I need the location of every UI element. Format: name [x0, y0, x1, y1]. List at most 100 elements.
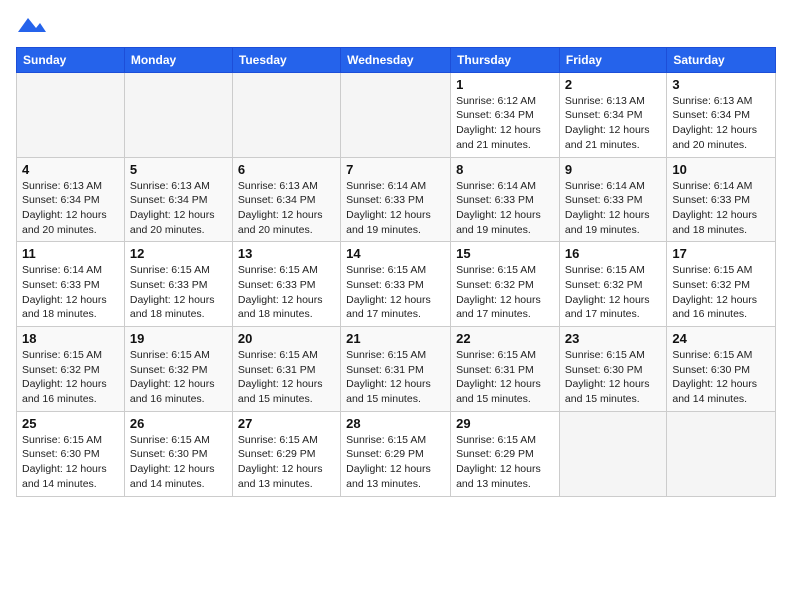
day-number: 12 — [130, 246, 227, 261]
calendar-cell: 19 Sunrise: 6:15 AM Sunset: 6:32 PM Dayli… — [124, 327, 232, 412]
day-info: Sunrise: 6:15 AM Sunset: 6:29 PM Dayligh… — [456, 433, 554, 492]
day-info: Sunrise: 6:13 AM Sunset: 6:34 PM Dayligh… — [130, 179, 227, 238]
calendar-cell: 7Sunrise: 6:14 AM Sunset: 6:33 PM Daylig… — [341, 157, 451, 242]
day-info: Sunrise: 6:13 AM Sunset: 6:34 PM Dayligh… — [238, 179, 335, 238]
day-info: Sunrise: 6:15 AM Sunset: 6:33 PM Dayligh… — [346, 263, 445, 322]
weekday-header-cell: Tuesday — [232, 47, 340, 72]
weekday-header-cell: Monday — [124, 47, 232, 72]
calendar-cell: 12 Sunrise: 6:15 AM Sunset: 6:33 PM Dayli… — [124, 242, 232, 327]
day-number: 26 — [130, 416, 227, 431]
day-number: 17 — [672, 246, 770, 261]
day-info: Sunrise: 6:14 AM Sunset: 6:33 PM Dayligh… — [672, 179, 770, 238]
logo — [16, 16, 46, 41]
weekday-header-cell: Wednesday — [341, 47, 451, 72]
calendar-cell: 27 Sunrise: 6:15 AM Sunset: 6:29 PM Dayli… — [232, 411, 340, 496]
calendar-cell: 21 Sunrise: 6:15 AM Sunset: 6:31 PM Dayli… — [341, 327, 451, 412]
day-number: 29 — [456, 416, 554, 431]
calendar-cell: 23Sunrise: 6:15 AM Sunset: 6:30 PM Dayli… — [559, 327, 666, 412]
day-number: 15 — [456, 246, 554, 261]
day-number: 22 — [456, 331, 554, 346]
calendar-cell: 22 Sunrise: 6:15 AM Sunset: 6:31 PM Dayli… — [451, 327, 560, 412]
calendar-cell — [341, 72, 451, 157]
day-number: 21 — [346, 331, 445, 346]
day-info: Sunrise: 6:14 AM Sunset: 6:33 PM Dayligh… — [565, 179, 661, 238]
calendar-cell: 4 Sunrise: 6:13 AM Sunset: 6:34 PM Daylig… — [17, 157, 125, 242]
calendar-cell: 24 Sunrise: 6:15 AM Sunset: 6:30 PM Dayli… — [667, 327, 776, 412]
calendar-cell: 2 Sunrise: 6:13 AM Sunset: 6:34 PM Daylig… — [559, 72, 666, 157]
day-number: 8 — [456, 162, 554, 177]
calendar-week-row: 18 Sunrise: 6:15 AM Sunset: 6:32 PM Dayli… — [17, 327, 776, 412]
day-number: 2 — [565, 77, 661, 92]
page: SundayMondayTuesdayWednesdayThursdayFrid… — [0, 0, 792, 505]
day-number: 3 — [672, 77, 770, 92]
calendar-cell — [232, 72, 340, 157]
day-info: Sunrise: 6:15 AM Sunset: 6:32 PM Dayligh… — [565, 263, 661, 322]
day-number: 10 — [672, 162, 770, 177]
day-info: Sunrise: 6:15 AM Sunset: 6:31 PM Dayligh… — [456, 348, 554, 407]
day-number: 28 — [346, 416, 445, 431]
day-info: Sunrise: 6:15 AM Sunset: 6:31 PM Dayligh… — [238, 348, 335, 407]
day-number: 6 — [238, 162, 335, 177]
day-info: Sunrise: 6:15 AM Sunset: 6:32 PM Dayligh… — [130, 348, 227, 407]
day-info: Sunrise: 6:14 AM Sunset: 6:33 PM Dayligh… — [346, 179, 445, 238]
calendar-cell: 29 Sunrise: 6:15 AM Sunset: 6:29 PM Dayli… — [451, 411, 560, 496]
calendar-cell — [124, 72, 232, 157]
day-number: 11 — [22, 246, 119, 261]
logo-icon — [18, 14, 46, 36]
calendar-cell: 25 Sunrise: 6:15 AM Sunset: 6:30 PM Dayli… — [17, 411, 125, 496]
calendar-cell: 8Sunrise: 6:14 AM Sunset: 6:33 PM Daylig… — [451, 157, 560, 242]
calendar-cell — [559, 411, 666, 496]
day-number: 19 — [130, 331, 227, 346]
calendar-cell: 6 Sunrise: 6:13 AM Sunset: 6:34 PM Daylig… — [232, 157, 340, 242]
day-number: 1 — [456, 77, 554, 92]
day-number: 25 — [22, 416, 119, 431]
day-info: Sunrise: 6:15 AM Sunset: 6:32 PM Dayligh… — [22, 348, 119, 407]
weekday-header-cell: Sunday — [17, 47, 125, 72]
calendar-week-row: 25 Sunrise: 6:15 AM Sunset: 6:30 PM Dayli… — [17, 411, 776, 496]
day-info: Sunrise: 6:15 AM Sunset: 6:30 PM Dayligh… — [130, 433, 227, 492]
day-info: Sunrise: 6:15 AM Sunset: 6:30 PM Dayligh… — [565, 348, 661, 407]
calendar-body: 1Sunrise: 6:12 AM Sunset: 6:34 PM Daylig… — [17, 72, 776, 496]
day-number: 13 — [238, 246, 335, 261]
header — [16, 12, 776, 41]
calendar-cell: 16 Sunrise: 6:15 AM Sunset: 6:32 PM Dayli… — [559, 242, 666, 327]
day-number: 5 — [130, 162, 227, 177]
day-info: Sunrise: 6:13 AM Sunset: 6:34 PM Dayligh… — [565, 94, 661, 153]
day-number: 20 — [238, 331, 335, 346]
day-info: Sunrise: 6:15 AM Sunset: 6:29 PM Dayligh… — [238, 433, 335, 492]
day-info: Sunrise: 6:15 AM Sunset: 6:31 PM Dayligh… — [346, 348, 445, 407]
day-number: 16 — [565, 246, 661, 261]
day-info: Sunrise: 6:15 AM Sunset: 6:33 PM Dayligh… — [130, 263, 227, 322]
calendar-week-row: 1Sunrise: 6:12 AM Sunset: 6:34 PM Daylig… — [17, 72, 776, 157]
day-info: Sunrise: 6:13 AM Sunset: 6:34 PM Dayligh… — [672, 94, 770, 153]
day-info: Sunrise: 6:14 AM Sunset: 6:33 PM Dayligh… — [22, 263, 119, 322]
calendar-cell: 18 Sunrise: 6:15 AM Sunset: 6:32 PM Dayli… — [17, 327, 125, 412]
calendar-cell — [667, 411, 776, 496]
day-info: Sunrise: 6:15 AM Sunset: 6:29 PM Dayligh… — [346, 433, 445, 492]
calendar-cell: 15 Sunrise: 6:15 AM Sunset: 6:32 PM Dayli… — [451, 242, 560, 327]
day-info: Sunrise: 6:15 AM Sunset: 6:30 PM Dayligh… — [672, 348, 770, 407]
calendar-cell: 14 Sunrise: 6:15 AM Sunset: 6:33 PM Dayli… — [341, 242, 451, 327]
calendar-week-row: 4 Sunrise: 6:13 AM Sunset: 6:34 PM Daylig… — [17, 157, 776, 242]
calendar-cell: 28 Sunrise: 6:15 AM Sunset: 6:29 PM Dayli… — [341, 411, 451, 496]
weekday-header-cell: Thursday — [451, 47, 560, 72]
day-number: 27 — [238, 416, 335, 431]
day-info: Sunrise: 6:13 AM Sunset: 6:34 PM Dayligh… — [22, 179, 119, 238]
day-info: Sunrise: 6:15 AM Sunset: 6:32 PM Dayligh… — [672, 263, 770, 322]
day-number: 4 — [22, 162, 119, 177]
calendar-cell: 20 Sunrise: 6:15 AM Sunset: 6:31 PM Dayli… — [232, 327, 340, 412]
weekday-header-cell: Saturday — [667, 47, 776, 72]
weekday-header-row: SundayMondayTuesdayWednesdayThursdayFrid… — [17, 47, 776, 72]
day-info: Sunrise: 6:15 AM Sunset: 6:30 PM Dayligh… — [22, 433, 119, 492]
weekday-header-cell: Friday — [559, 47, 666, 72]
calendar-cell: 11 Sunrise: 6:14 AM Sunset: 6:33 PM Dayli… — [17, 242, 125, 327]
logo-text — [16, 16, 46, 41]
day-number: 9 — [565, 162, 661, 177]
day-number: 14 — [346, 246, 445, 261]
calendar-cell: 1Sunrise: 6:12 AM Sunset: 6:34 PM Daylig… — [451, 72, 560, 157]
day-number: 24 — [672, 331, 770, 346]
day-info: Sunrise: 6:15 AM Sunset: 6:32 PM Dayligh… — [456, 263, 554, 322]
day-number: 18 — [22, 331, 119, 346]
calendar-cell: 9 Sunrise: 6:14 AM Sunset: 6:33 PM Daylig… — [559, 157, 666, 242]
calendar-week-row: 11 Sunrise: 6:14 AM Sunset: 6:33 PM Dayli… — [17, 242, 776, 327]
